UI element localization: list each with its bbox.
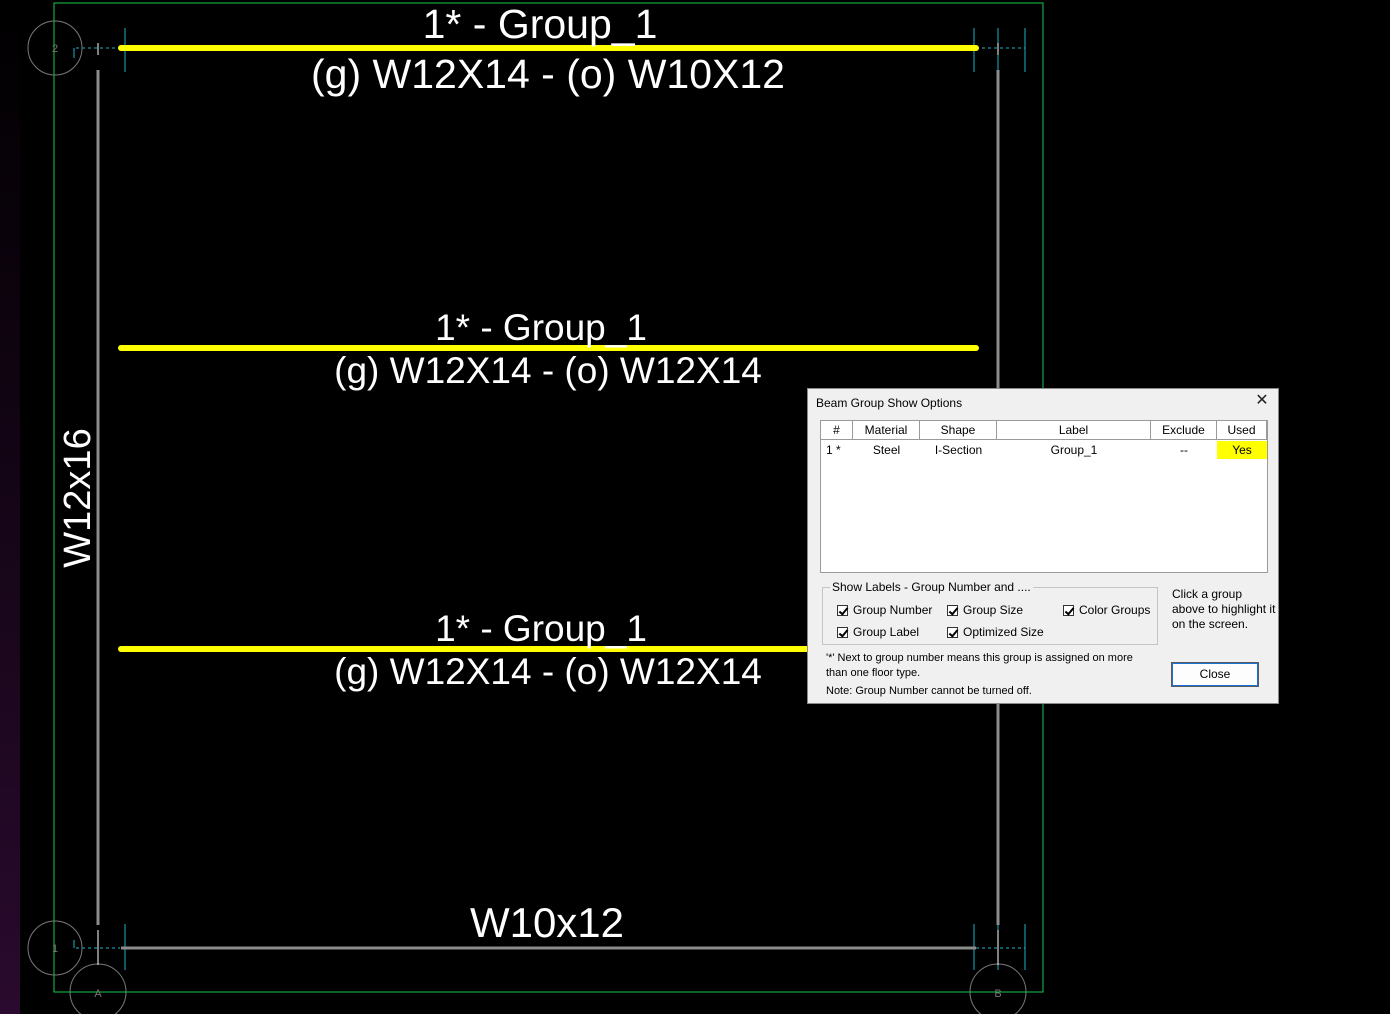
column-header-exclude[interactable]: Exclude: [1151, 421, 1217, 439]
dialog-title: Beam Group Show Options: [816, 396, 963, 410]
close-button[interactable]: Close: [1171, 662, 1259, 687]
cell-label: Group_1: [1050, 443, 1098, 457]
column-header-used[interactable]: Used: [1217, 421, 1267, 439]
grid-bubble-a: A: [69, 963, 127, 1014]
check-icon: [947, 604, 958, 616]
check-icon: [947, 626, 958, 638]
group-number-label: Group Number: [853, 603, 933, 617]
left-column-label: W12x16: [57, 428, 99, 567]
beam-3-size-label: (g) W12X14 - (o) W12X14: [334, 651, 762, 692]
optimized-size-label: Optimized Size: [963, 625, 1044, 639]
cell-material: Steel: [872, 443, 901, 457]
beam-2-size-label: (g) W12X14 - (o) W12X14: [334, 350, 762, 391]
cell-exclude[interactable]: --: [1151, 441, 1217, 459]
grid-label-b: B: [994, 988, 1001, 1000]
group-size-checkbox[interactable]: Group Size: [947, 603, 1023, 617]
check-icon: [837, 626, 848, 638]
column-header-shape[interactable]: Shape: [920, 421, 997, 439]
color-groups-checkbox[interactable]: Color Groups: [1063, 603, 1150, 617]
check-icon: [1063, 604, 1074, 616]
highlight-hint: Click a group above to highlight it on t…: [1172, 587, 1276, 631]
group-number-note: Note: Group Number cannot be turned off.: [826, 685, 1032, 697]
optimized-size-checkbox[interactable]: Optimized Size: [947, 625, 1044, 639]
grid-label-1: 1: [52, 943, 58, 955]
table-row[interactable]: 1 * Steel I-Section Group_1 -- Yes: [821, 441, 1267, 459]
column-header-label[interactable]: Label: [997, 421, 1151, 439]
group-table[interactable]: # Material Shape Label Exclude Used 1 * …: [820, 420, 1268, 573]
beam-3-group-label: 1* - Group_1: [435, 608, 647, 649]
column-header-material[interactable]: Material: [853, 421, 920, 439]
bottom-beam-label: W10x12: [470, 899, 624, 946]
beam-group-show-options-dialog: Beam Group Show Options ✕ # Material Sha…: [807, 388, 1279, 704]
check-icon: [837, 604, 848, 616]
group-label-label: Group Label: [853, 625, 920, 639]
group-number-checkbox[interactable]: Group Number: [837, 603, 932, 617]
group-label-checkbox[interactable]: Group Label: [837, 625, 919, 639]
grid-label-a: A: [94, 988, 102, 1000]
table-header: # Material Shape Label Exclude Used: [821, 421, 1267, 440]
beam-2-group-label: 1* - Group_1: [435, 307, 647, 348]
cell-shape: I-Section: [934, 443, 983, 457]
color-groups-label: Color Groups: [1079, 603, 1151, 617]
group-size-label: Group Size: [963, 603, 1024, 617]
show-labels-group: Show Labels - Group Number and .... Grou…: [822, 580, 1158, 645]
beam-1-size-label: (g) W12X14 - (o) W10X12: [311, 51, 785, 97]
grid-bubble-b: B: [969, 963, 1027, 1014]
window-edge-shade: [0, 0, 20, 1014]
close-icon[interactable]: ✕: [1254, 392, 1270, 410]
asterisk-note: '*' Next to group number means this grou…: [826, 652, 1133, 679]
column-header-number[interactable]: #: [821, 421, 853, 439]
beam-1-group-label: 1* - Group_1: [423, 1, 658, 47]
show-labels-title: Show Labels - Group Number and ....: [830, 580, 1033, 594]
cell-number: 1 *: [826, 443, 841, 457]
grid-label-2: 2: [52, 43, 58, 55]
cell-used: Yes: [1217, 441, 1267, 459]
